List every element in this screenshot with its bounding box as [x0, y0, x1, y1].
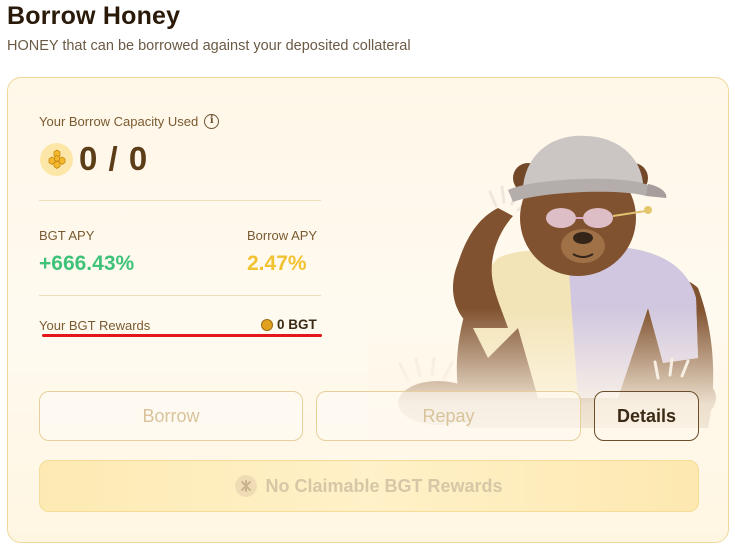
page-title: Borrow Honey [7, 2, 181, 30]
borrow-button[interactable]: Borrow [39, 391, 303, 441]
claim-bgt-rewards-label: No Claimable BGT Rewards [265, 475, 503, 496]
borrow-card: Your Borrow Capacity Used i 0 / 0 BGT AP… [7, 77, 729, 543]
bgt-rewards-value-row: 0 BGT [261, 317, 317, 332]
borrow-capacity-label: Your Borrow Capacity Used [39, 114, 199, 129]
borrow-apy-label: Borrow APY [247, 228, 318, 243]
borrow-capacity-label-row: Your Borrow Capacity Used i [39, 114, 220, 129]
illustration-fade [368, 308, 728, 468]
bgt-rewards-value: 0 BGT [277, 317, 317, 332]
divider [39, 200, 321, 201]
repay-button[interactable]: Repay [316, 391, 581, 441]
borrow-capacity-value-row: 0 / 0 [40, 140, 148, 178]
details-button[interactable]: Details [594, 391, 699, 441]
bgt-token-icon [261, 318, 273, 331]
borrow-apy-value: 2.47% [247, 252, 307, 275]
info-icon[interactable]: i [204, 114, 220, 129]
borrow-capacity-value: 0 / 0 [79, 140, 149, 177]
highlight-underline [42, 334, 322, 337]
honey-token-icon [40, 142, 73, 176]
page-subtitle: HONEY that can be borrowed against your … [7, 38, 411, 54]
bgt-apy-label: BGT APY [39, 228, 95, 243]
bgt-claim-icon [235, 475, 258, 497]
claim-bgt-rewards-button[interactable]: No Claimable BGT Rewards [39, 460, 699, 512]
divider [39, 295, 321, 296]
bgt-apy-value: +666.43% [39, 252, 135, 275]
bgt-rewards-label: Your BGT Rewards [39, 318, 151, 333]
